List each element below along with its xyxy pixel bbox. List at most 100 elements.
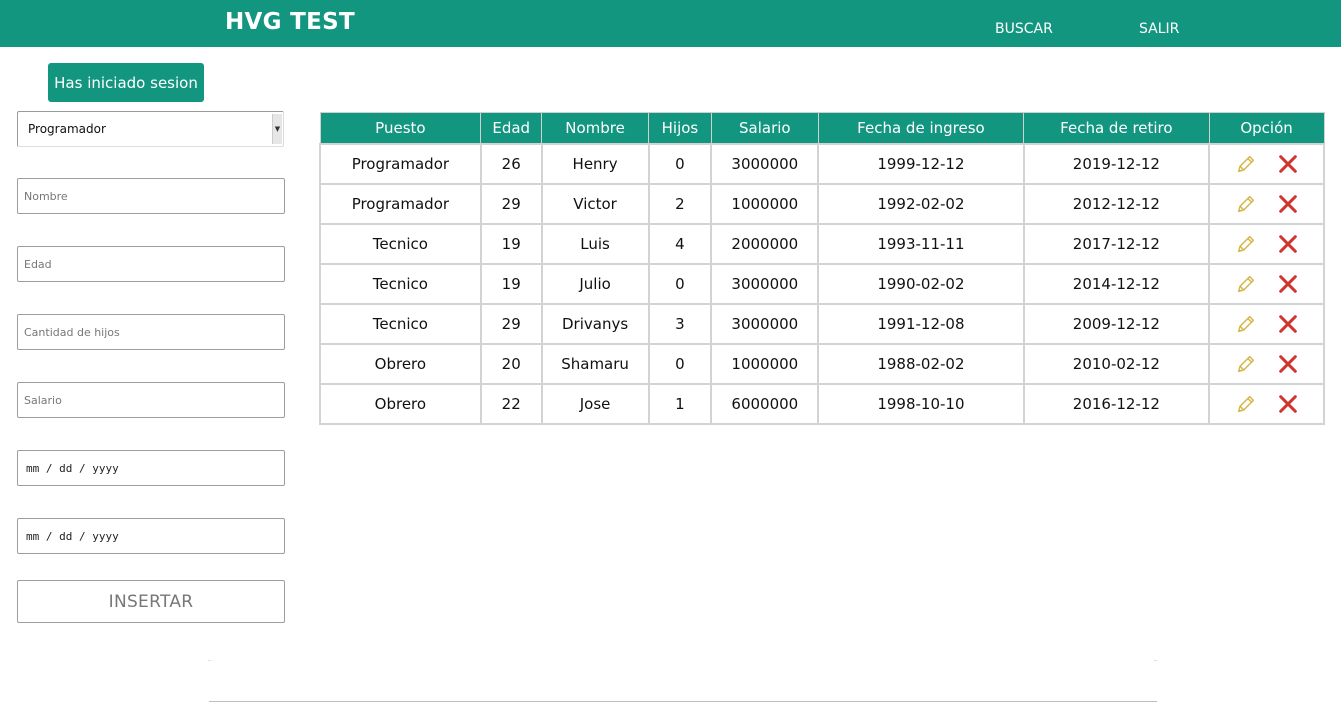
table-cell: 26 (479, 142, 543, 185)
table-cell: Obrero (319, 382, 482, 425)
pencil-icon[interactable] (1234, 312, 1258, 336)
pencil-icon[interactable] (1234, 392, 1258, 416)
table-row: Programador 29 Victor 2 1000000 1992-02-02 201… (319, 182, 1325, 225)
pencil-icon[interactable] (1234, 352, 1258, 376)
app-brand[interactable]: HVG TEST (225, 9, 355, 35)
table-cell: 2009-12-12 (1022, 302, 1211, 345)
top-navbar: HVG TEST BUSCAR SALIR (0, 0, 1341, 47)
delete-x-icon[interactable] (1276, 232, 1300, 256)
table-cell: 1 (647, 382, 713, 425)
pencil-icon[interactable] (1234, 192, 1258, 216)
table-row: Programador 26 Henry 0 3000000 1999-12-12 2019… (319, 142, 1325, 185)
table-cell: Tecnico (319, 262, 482, 305)
table-cell: Obrero (319, 342, 482, 385)
row-actions (1208, 262, 1325, 305)
table-cell: 20 (479, 342, 543, 385)
table-header-row: Puesto Edad Nombre Hijos Salario Fecha d… (319, 112, 1325, 144)
table-cell: 2014-12-12 (1022, 262, 1211, 305)
footer-divider (209, 701, 1157, 702)
table-cell: 1000000 (710, 342, 820, 385)
table-cell: 4 (647, 222, 713, 265)
table-cell: Shamaru (540, 342, 650, 385)
column-header: Opción (1208, 112, 1325, 144)
delete-x-icon[interactable] (1276, 272, 1300, 296)
insert-button[interactable]: INSERTAR (17, 580, 285, 623)
table-cell: 1993-11-11 (817, 222, 1025, 265)
edad-input[interactable]: Edad (17, 246, 285, 282)
table-cell: 0 (647, 142, 713, 185)
table-cell: Victor (540, 182, 650, 225)
table-cell: 6000000 (710, 382, 820, 425)
pencil-icon[interactable] (1234, 152, 1258, 176)
table-cell: 3 (647, 302, 713, 345)
row-actions (1208, 182, 1325, 225)
table-row: Obrero 22 Jose 1 6000000 1998-10-10 2016-12-12 (319, 382, 1325, 425)
table-row: Tecnico 19 Luis 4 2000000 1993-11-11 2017-12-1… (319, 222, 1325, 265)
hijos-input[interactable]: Cantidad de hijos (17, 314, 285, 350)
column-header: Salario (710, 112, 819, 144)
delete-x-icon[interactable] (1276, 192, 1300, 216)
table-cell: 2010-02-12 (1022, 342, 1211, 385)
table-cell: 1988-02-02 (817, 342, 1025, 385)
puesto-select[interactable]: Programador ▼ (17, 111, 284, 147)
table-cell: 19 (479, 222, 543, 265)
nav-link-buscar[interactable]: BUSCAR (995, 21, 1053, 37)
row-actions (1208, 222, 1325, 265)
table-row: Tecnico 19 Julio 0 3000000 1990-02-02 2014-12-… (319, 262, 1325, 305)
nombre-input[interactable]: Nombre (17, 178, 285, 214)
column-header: Hijos (648, 112, 712, 144)
table-cell: 29 (479, 302, 543, 345)
column-header: Fecha de retiro (1023, 112, 1210, 144)
pencil-icon[interactable] (1234, 232, 1258, 256)
salario-input[interactable]: Salario (17, 382, 285, 418)
table-cell: 3000000 (710, 262, 820, 305)
table-row: Tecnico 29 Drivanys 3 3000000 1991-12-08 2009-… (319, 302, 1325, 345)
row-actions (1208, 342, 1325, 385)
pencil-icon[interactable] (1234, 272, 1258, 296)
table-cell: 2000000 (710, 222, 820, 265)
column-header: Nombre (541, 112, 649, 144)
table-cell: 29 (479, 182, 543, 225)
table-cell: Henry (540, 142, 650, 185)
table-cell: 1992-02-02 (817, 182, 1025, 225)
table-cell: 3000000 (710, 302, 820, 345)
table-cell: 19 (479, 262, 543, 305)
table-cell: Drivanys (540, 302, 650, 345)
row-actions (1208, 302, 1325, 345)
table-cell: Jose (540, 382, 650, 425)
table-cell: 3000000 (710, 142, 820, 185)
employees-table: Puesto Edad Nombre Hijos Salario Fecha d… (319, 112, 1325, 425)
table-cell: 2016-12-12 (1022, 382, 1211, 425)
table-cell: 0 (647, 262, 713, 305)
table-cell: 1990-02-02 (817, 262, 1025, 305)
table-cell: Programador (319, 182, 482, 225)
puesto-select-value: Programador (28, 122, 106, 136)
table-cell: Tecnico (319, 222, 482, 265)
table-cell: 1999-12-12 (817, 142, 1025, 185)
fecha-ingreso-input[interactable]: mm / dd / yyyy (17, 450, 285, 486)
table-cell: 1998-10-10 (817, 382, 1025, 425)
column-header: Edad (480, 112, 543, 144)
table-cell: 1000000 (710, 182, 820, 225)
delete-x-icon[interactable] (1276, 312, 1300, 336)
table-cell: 2 (647, 182, 713, 225)
table-cell: Programador (319, 142, 482, 185)
row-actions (1208, 142, 1325, 185)
session-status-badge: Has iniciado sesion (48, 63, 204, 102)
delete-x-icon[interactable] (1276, 152, 1300, 176)
chevron-down-icon[interactable]: ▼ (272, 114, 282, 144)
table-cell: 2017-12-12 (1022, 222, 1211, 265)
delete-x-icon[interactable] (1276, 352, 1300, 376)
column-header: Puesto (319, 112, 482, 144)
table-cell: 1991-12-08 (817, 302, 1025, 345)
nav-link-salir[interactable]: SALIR (1139, 21, 1179, 37)
delete-x-icon[interactable] (1276, 392, 1300, 416)
fecha-retiro-input[interactable]: mm / dd / yyyy (17, 518, 285, 554)
table-cell: Luis (540, 222, 650, 265)
table-cell: 0 (647, 342, 713, 385)
table-cell: Julio (540, 262, 650, 305)
row-actions (1208, 382, 1325, 425)
table-cell: 2012-12-12 (1022, 182, 1211, 225)
footer-corner (1154, 660, 1157, 661)
table-cell: Tecnico (319, 302, 482, 345)
